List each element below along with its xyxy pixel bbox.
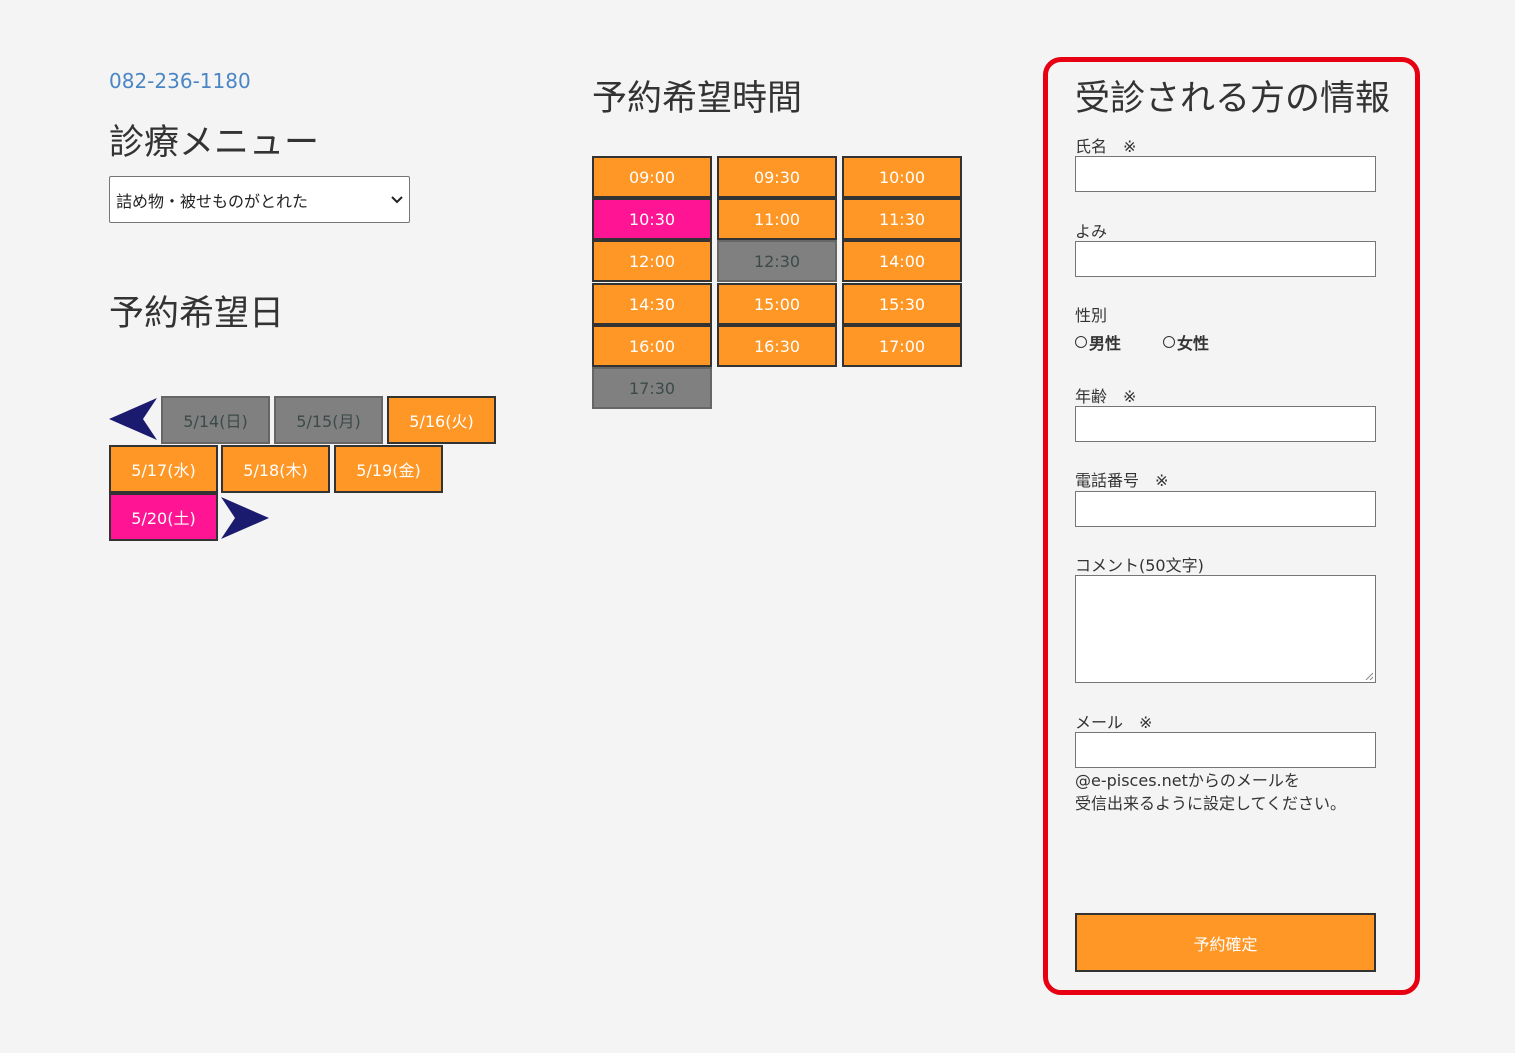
comment-label: コメント(50文字) xyxy=(1075,556,1204,575)
date-slot[interactable]: 5/17(水) xyxy=(109,445,218,493)
date-slot: 5/15(月) xyxy=(274,396,383,444)
age-label: 年齢 ※ xyxy=(1075,387,1137,406)
name-label: 氏名 ※ xyxy=(1075,137,1137,156)
resize-handle-icon[interactable] xyxy=(1365,672,1373,680)
time-slot: 17:30 xyxy=(592,367,712,409)
mail-note-line-2: 受信出来るように設定してください。 xyxy=(1075,794,1347,813)
name-input[interactable] xyxy=(1075,156,1376,192)
time-slot[interactable]: 09:00 xyxy=(592,156,712,198)
time-slot[interactable]: 11:30 xyxy=(842,198,962,240)
gender-male-option[interactable]: 男性 xyxy=(1075,330,1121,354)
yomi-input[interactable] xyxy=(1075,241,1376,277)
radio-male[interactable] xyxy=(1075,336,1087,348)
mail-input[interactable] xyxy=(1075,732,1376,768)
time-slot[interactable]: 14:00 xyxy=(842,240,962,282)
gender-female-label: 女性 xyxy=(1177,334,1210,353)
gender-label: 性別 xyxy=(1075,306,1108,325)
form-heading: 受診される方の情報 xyxy=(1075,79,1391,119)
booking-page: 082-236-1180 診療メニュー 詰め物・被せものがとれた 予約希望日 5… xyxy=(0,0,1515,1053)
time-slot[interactable]: 10:00 xyxy=(842,156,962,198)
gender-radio-group: 男性 女性 xyxy=(1075,330,1209,354)
date-slot[interactable]: 5/19(金) xyxy=(334,445,443,493)
phone-number-label: 電話番号 ※ xyxy=(1075,471,1169,490)
date-slot[interactable]: 5/18(木) xyxy=(221,445,330,493)
gender-male-label: 男性 xyxy=(1089,334,1122,353)
comment-textarea[interactable] xyxy=(1075,575,1376,683)
phone-number-input[interactable] xyxy=(1075,491,1376,527)
date-slot: 5/14(日) xyxy=(161,396,270,444)
submit-button[interactable]: 予約確定 xyxy=(1075,913,1376,972)
age-input[interactable] xyxy=(1075,406,1376,442)
gender-female-option[interactable]: 女性 xyxy=(1163,330,1209,354)
time-slot[interactable]: 15:00 xyxy=(717,283,837,325)
time-slot[interactable]: 15:30 xyxy=(842,283,962,325)
date-slot[interactable]: 5/16(火) xyxy=(387,396,496,444)
time-slot[interactable]: 17:00 xyxy=(842,325,962,367)
time-slot[interactable]: 14:30 xyxy=(592,283,712,325)
menu-select[interactable]: 詰め物・被せものがとれた xyxy=(109,176,410,223)
mail-note: @e-pisces.netからのメールを 受信出来るように設定してください。 xyxy=(1075,769,1346,815)
time-heading: 予約希望時間 xyxy=(592,79,803,119)
radio-female[interactable] xyxy=(1163,336,1176,348)
time-slot[interactable]: 09:30 xyxy=(717,156,837,198)
next-week-arrow-icon[interactable] xyxy=(221,497,270,540)
chevron-down-icon xyxy=(391,192,403,208)
time-slot[interactable]: 10:30 xyxy=(592,198,712,240)
time-slot[interactable]: 16:30 xyxy=(717,325,837,367)
menu-select-value: 詰め物・被せものがとれた xyxy=(116,191,309,211)
date-slot[interactable]: 5/20(土) xyxy=(109,493,218,541)
phone-link[interactable]: 082-236-1180 xyxy=(109,69,251,93)
menu-heading: 診療メニュー xyxy=(109,123,320,163)
time-slot: 12:30 xyxy=(717,240,837,282)
mail-label: メール ※ xyxy=(1075,713,1153,732)
yomi-label: よみ xyxy=(1075,222,1108,241)
date-heading: 予約希望日 xyxy=(109,294,285,334)
prev-week-arrow-icon[interactable] xyxy=(109,398,158,441)
time-slot[interactable]: 16:00 xyxy=(592,325,712,367)
mail-note-line-1: @e-pisces.netからのメールを xyxy=(1075,771,1300,790)
time-slot[interactable]: 12:00 xyxy=(592,240,712,282)
time-slot[interactable]: 11:00 xyxy=(717,198,837,240)
